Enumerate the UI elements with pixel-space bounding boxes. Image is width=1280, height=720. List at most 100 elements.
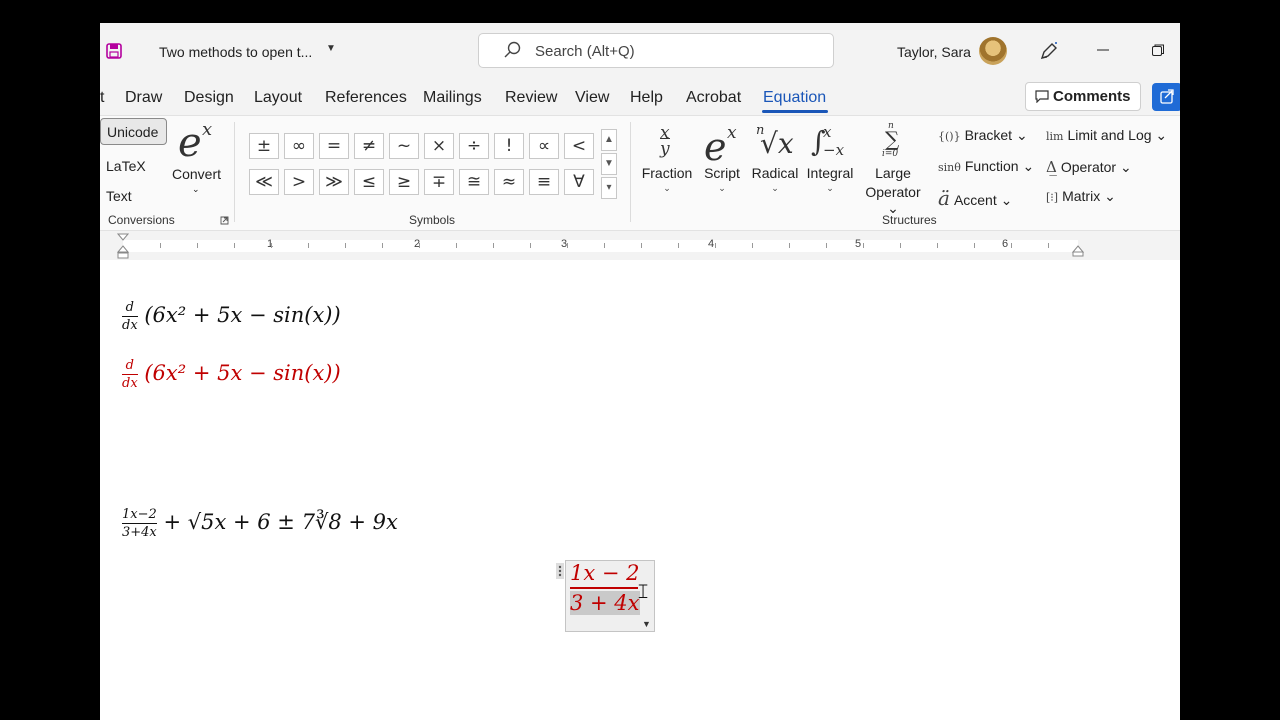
integral-button[interactable]: ∫ x −x Integral ⌄ (803, 121, 857, 211)
convert-icon: e (178, 120, 202, 166)
ruler-tick (1048, 243, 1049, 248)
gallery-more[interactable]: ▾ (601, 177, 617, 199)
comments-button[interactable]: Comments (1025, 82, 1141, 111)
minimize-icon[interactable] (1096, 43, 1110, 57)
tab-references[interactable]: References (325, 89, 407, 107)
symbol-much-less[interactable]: ≪ (249, 169, 279, 195)
symbol-approx[interactable]: ≈ (494, 169, 524, 195)
document-title[interactable]: Two methods to open t... (159, 44, 312, 60)
tab-view[interactable]: View (575, 89, 609, 107)
symbol-less-than[interactable]: < (564, 133, 594, 159)
symbol-factorial[interactable]: ! (494, 133, 524, 159)
symbol-less-equal[interactable]: ≤ (354, 169, 384, 195)
edit-denominator: 3 + 4x (570, 591, 640, 615)
fraction: d dx (122, 358, 138, 391)
ruler-tick (604, 243, 605, 248)
equation-options-dropdown[interactable]: ▼ (642, 619, 651, 629)
equation-4[interactable]: 1x − 2 3 + 4x (570, 561, 640, 615)
share-button[interactable] (1152, 83, 1180, 111)
fraction-bar (570, 587, 638, 589)
limit-log-button[interactable]: lim Limit and Log ⌄ (1046, 127, 1167, 144)
save-icon[interactable] (106, 43, 122, 59)
symbol-not-equal[interactable]: ≠ (354, 133, 384, 159)
gallery-scroll-up[interactable]: ▲ (601, 129, 617, 151)
tab-mailings[interactable]: Mailings (423, 89, 482, 107)
large-operator-button[interactable]: n ∑ i=0 Large Operator ⌄ (858, 121, 928, 216)
convert-button[interactable]: e x Convert ⌄ (170, 116, 226, 206)
radical-icon: √x (760, 127, 794, 160)
equation-handle-icon[interactable] (556, 563, 564, 579)
accent-button[interactable]: ä Accent ⌄ (938, 186, 1012, 210)
indent-marker-icon[interactable] (117, 233, 129, 259)
symbol-proportional[interactable]: ∝ (529, 133, 559, 159)
symbol-greater-equal[interactable]: ≥ (389, 169, 419, 195)
operator-button[interactable]: Δ̲ Operator ⌄ (1046, 158, 1132, 176)
symbol-for-all[interactable]: ∀ (564, 169, 594, 195)
gallery-scroll-down[interactable]: ▼ (601, 153, 617, 175)
symbols-group-label: Symbols (409, 213, 456, 227)
pen-icon[interactable] (1038, 40, 1060, 62)
symbol-congruent[interactable]: ≅ (459, 169, 489, 195)
ruler-tick (863, 243, 864, 248)
word-window: Two methods to open t... ▼ Search (Alt+Q… (100, 23, 1180, 720)
text-option[interactable]: Text (106, 188, 132, 204)
convert-icon-sup: x (202, 119, 213, 140)
symbol-identical[interactable]: ≡ (529, 169, 559, 195)
equation-2[interactable]: d dx (6x² + 5x − sin(x)) (122, 358, 341, 391)
ruler-tick (160, 243, 161, 248)
tab-design[interactable]: Design (184, 89, 234, 107)
avatar[interactable] (979, 37, 1007, 65)
ruler-tick (197, 243, 198, 248)
symbol-plus-minus[interactable]: ± (249, 133, 279, 159)
symbol-much-greater[interactable]: ≫ (319, 169, 349, 195)
unicode-option[interactable]: Unicode (100, 118, 167, 145)
bracket-button[interactable]: {()} Bracket ⌄ (938, 127, 1028, 144)
conversions-group-label: Conversions (108, 213, 175, 227)
group-divider (630, 122, 631, 222)
script-button[interactable]: e x Script ⌄ (700, 121, 744, 211)
user-name[interactable]: Taylor, Sara (897, 44, 971, 60)
symbol-infinity[interactable]: ∞ (284, 133, 314, 159)
equation-1[interactable]: d dx (6x² + 5x − sin(x)) (122, 300, 341, 333)
comment-icon (1035, 90, 1049, 103)
function-button[interactable]: sinθ Function ⌄ (938, 158, 1034, 175)
convert-label: Convert (172, 166, 222, 182)
restore-icon[interactable] (1151, 43, 1165, 57)
tab-help[interactable]: Help (630, 89, 663, 107)
symbol-divide[interactable]: ÷ (459, 133, 489, 159)
matrix-button[interactable]: [⁝] Matrix ⌄ (1046, 188, 1116, 205)
ruler-tick (493, 243, 494, 248)
latex-option[interactable]: LaTeX (106, 158, 146, 174)
radical-button[interactable]: n √x Radical ⌄ (750, 121, 800, 211)
symbol-greater-than[interactable]: > (284, 169, 314, 195)
group-divider (234, 122, 235, 222)
title-bar: Two methods to open t... ▼ Search (Alt+Q… (100, 23, 1180, 83)
tab-partial[interactable]: t (100, 89, 104, 107)
tab-review[interactable]: Review (505, 89, 557, 107)
fraction-button[interactable]: xy Fraction ⌄ (638, 121, 696, 211)
search-icon (504, 41, 521, 58)
ruler-tick (974, 243, 975, 248)
structures-group-label: Structures (882, 213, 937, 227)
equation-edit-box[interactable]: 1x − 2 3 + 4x 𝙸 ▼ (556, 560, 655, 632)
search-box[interactable]: Search (Alt+Q) (478, 33, 834, 68)
symbol-equals[interactable]: = (319, 133, 349, 159)
right-indent-marker-icon[interactable] (1072, 245, 1084, 257)
tab-acrobat[interactable]: Acrobat (686, 89, 741, 107)
ruler-tick (530, 243, 531, 248)
ruler-number: 4 (708, 238, 715, 250)
tab-layout[interactable]: Layout (254, 89, 302, 107)
equation-3[interactable]: 1x−2 3+4x + √5x + 6 ± 7∛8 + 9x (122, 507, 398, 540)
ruler-tick (826, 243, 827, 248)
ruler[interactable]: 1 2 3 4 5 6 (100, 233, 1180, 259)
ruler-tick (456, 243, 457, 248)
tab-draw[interactable]: Draw (125, 89, 162, 107)
symbol-minus-plus[interactable]: ∓ (424, 169, 454, 195)
symbol-times[interactable]: × (424, 133, 454, 159)
function-icon: sinθ (938, 161, 961, 174)
chevron-down-icon[interactable]: ▼ (326, 43, 336, 54)
document-page[interactable]: d dx (6x² + 5x − sin(x)) d dx (6x² + 5x − … (100, 260, 1180, 720)
tab-equation[interactable]: Equation (763, 89, 826, 107)
symbol-tilde[interactable]: ~ (389, 133, 419, 159)
dialog-launcher-icon[interactable] (220, 216, 229, 225)
